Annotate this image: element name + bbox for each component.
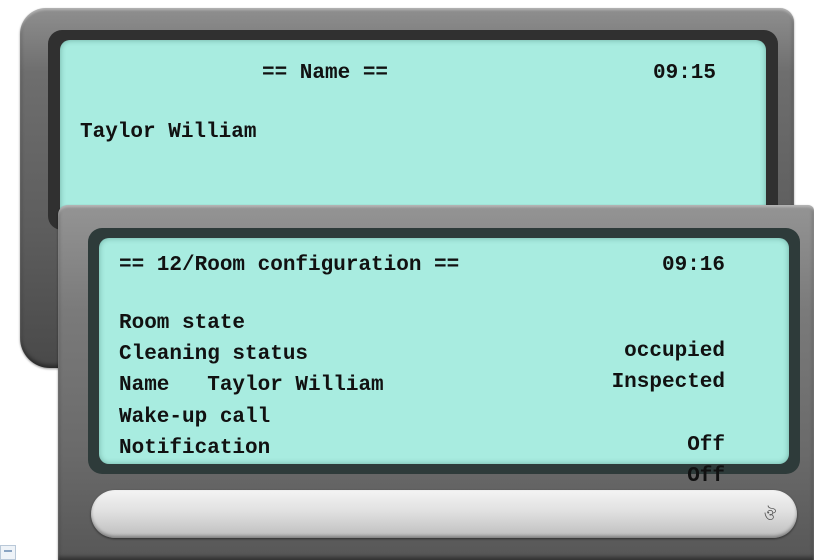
guest-name-value: Taylor William: [80, 121, 257, 144]
row-value: Off: [687, 465, 725, 488]
row-label: Notification: [119, 437, 271, 460]
config-row-cleaning-status[interactable]: Cleaning status Inspected: [99, 313, 789, 394]
window-thumbnail-icon[interactable]: [0, 545, 16, 560]
phone-lower-panel: ঔ: [91, 490, 797, 538]
config-row-notification[interactable]: Notification Off: [99, 407, 789, 488]
screen-title: == Name ==: [262, 62, 389, 85]
clock-time: 09:16: [661, 254, 725, 277]
config-row-room-state[interactable]: Room state occupied: [99, 282, 789, 363]
screen-title: == 12/Room configuration ==: [119, 254, 460, 277]
config-row-name[interactable]: Name Taylor William: [99, 344, 789, 397]
row-value: Off: [687, 434, 725, 457]
config-row-wake-up-call[interactable]: Wake-up call Off: [99, 376, 789, 457]
clock-time: 09:15: [652, 62, 716, 85]
lcd-screen-room-config: == 12/Room configuration == 09:16 Room s…: [99, 238, 789, 488]
brand-logo-icon: ঔ: [763, 506, 777, 524]
lcd-screen-name: == Name == 09:15 Taylor William: [60, 40, 766, 230]
